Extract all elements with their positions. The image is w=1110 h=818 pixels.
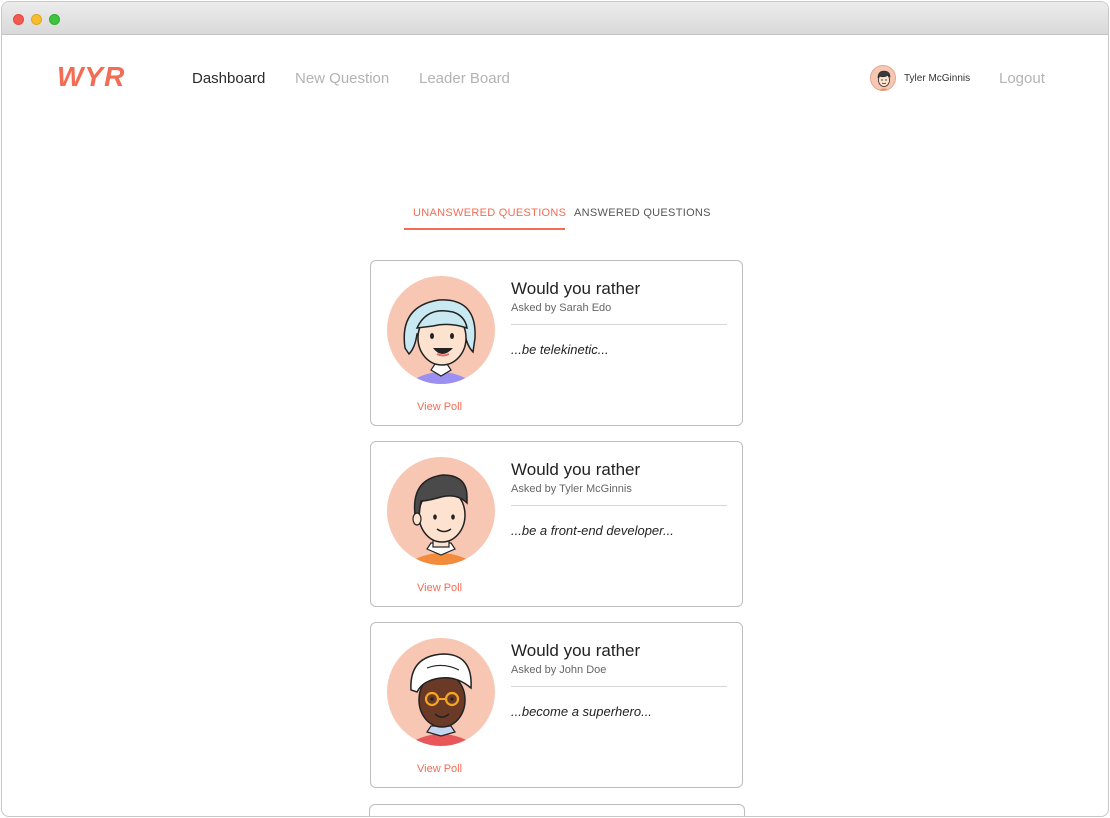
question-card: View Poll Would you rather Asked by Tyle…: [370, 441, 743, 607]
nav-new-question[interactable]: New Question: [295, 70, 389, 87]
question-preview: ...be telekinetic...: [511, 342, 609, 357]
question-author: Asked by Tyler McGinnis: [511, 483, 632, 495]
view-poll-link[interactable]: View Poll: [417, 763, 462, 775]
tab-unanswered-questions[interactable]: UNANSWERED QUESTIONS: [413, 207, 566, 219]
navbar: WYR Dashboard New Question Leader Board …: [2, 35, 1108, 125]
card-divider: [511, 324, 727, 325]
question-tabs: UNANSWERED QUESTIONS ANSWERED QUESTIONS: [404, 202, 724, 232]
active-tab-indicator: [404, 228, 565, 230]
user-avatar-icon: [870, 65, 896, 91]
question-title: Would you rather: [511, 279, 641, 298]
user-name: Tyler McGinnis: [904, 73, 971, 84]
title-bar: [2, 2, 1108, 35]
john-avatar-icon: [387, 638, 495, 746]
nav-dashboard[interactable]: Dashboard: [192, 70, 265, 87]
question-author: Asked by Sarah Edo: [511, 302, 612, 314]
question-card-partial: [369, 804, 745, 816]
close-window-button[interactable]: [13, 14, 24, 25]
question-title: Would you rather: [511, 641, 641, 660]
tyler-avatar-icon: [387, 457, 495, 565]
sarah-avatar-icon: [387, 276, 495, 384]
question-title: Would you rather: [511, 460, 641, 479]
question-card: View Poll Would you rather Asked by Sara…: [370, 260, 743, 426]
nav-leader-board[interactable]: Leader Board: [419, 70, 510, 87]
question-preview: ...be a front-end developer...: [511, 523, 674, 538]
logout-link[interactable]: Logout: [999, 70, 1045, 87]
tab-answered-questions[interactable]: ANSWERED QUESTIONS: [574, 207, 711, 219]
card-divider: [511, 686, 727, 687]
card-divider: [511, 505, 727, 506]
view-poll-link[interactable]: View Poll: [417, 582, 462, 594]
logo: WYR: [57, 61, 126, 92]
question-card: View Poll Would you rather Asked by John…: [370, 622, 743, 788]
question-preview: ...become a superhero...: [511, 704, 652, 719]
view-poll-link[interactable]: View Poll: [417, 401, 462, 413]
minimize-window-button[interactable]: [31, 14, 42, 25]
question-author: Asked by John Doe: [511, 664, 607, 676]
browser-window: WYR Dashboard New Question Leader Board …: [1, 1, 1109, 817]
maximize-window-button[interactable]: [49, 14, 60, 25]
